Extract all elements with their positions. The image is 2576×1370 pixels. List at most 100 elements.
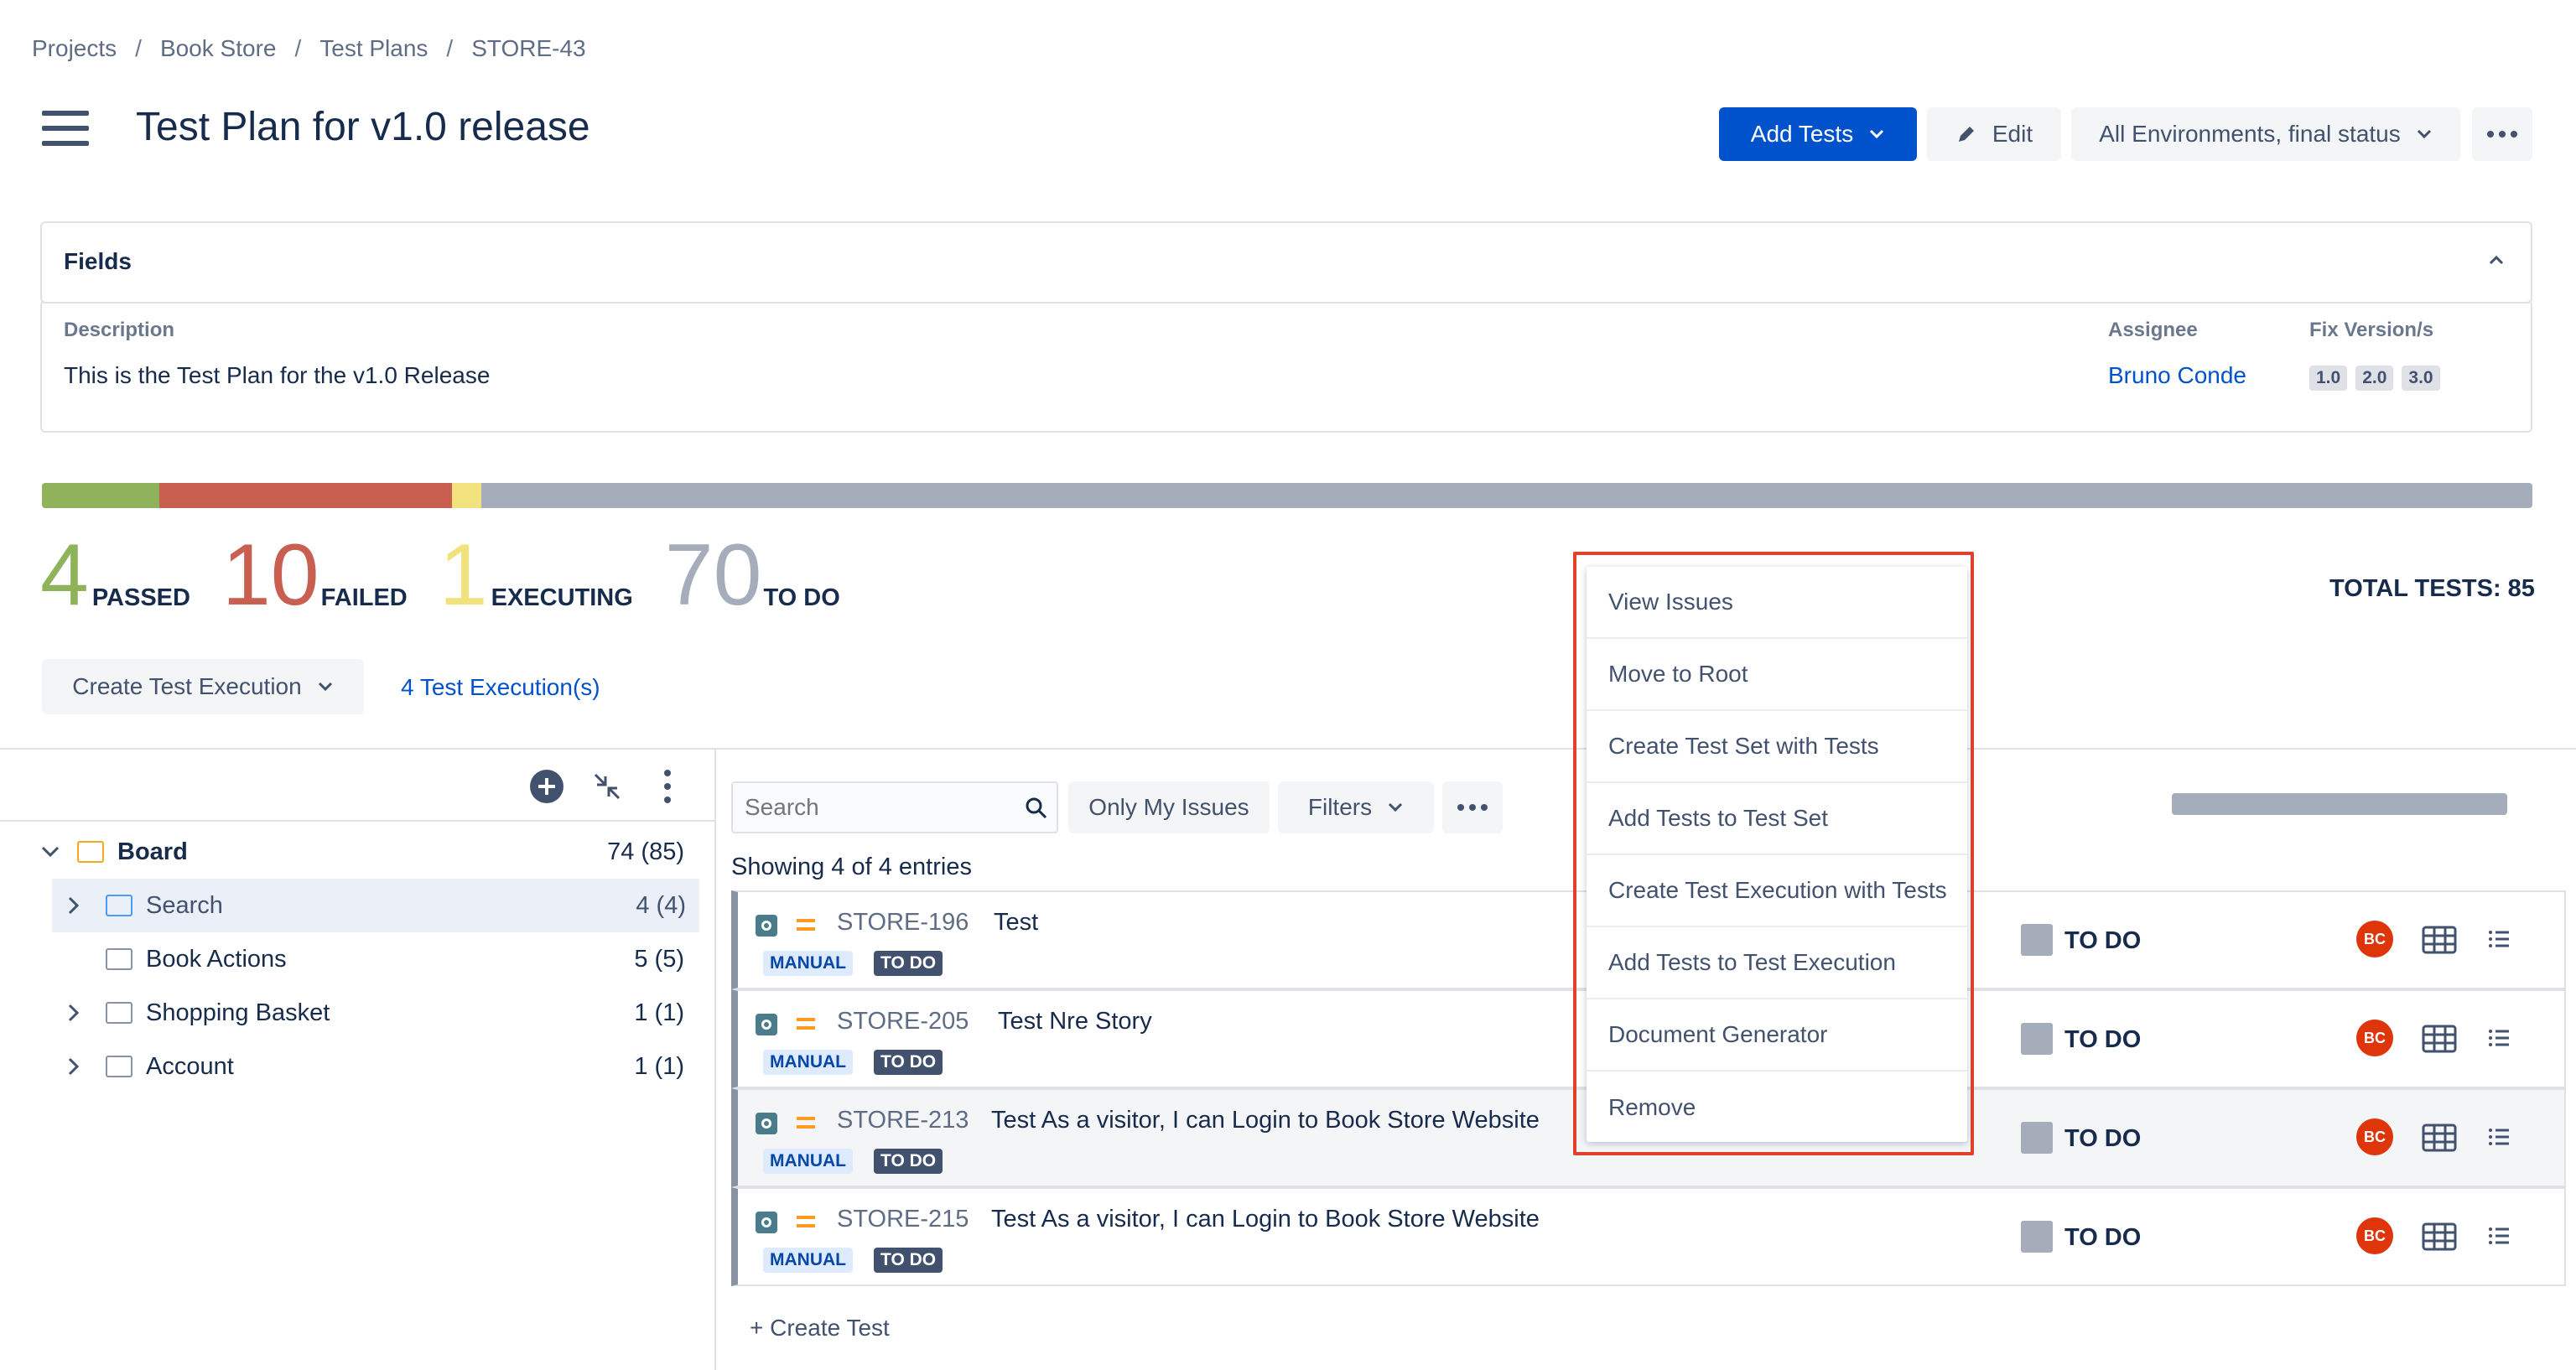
breadcrumb: Projects / Book Store / Test Plans / STORE-…: [32, 35, 586, 62]
collapse-all-icon[interactable]: [590, 770, 624, 803]
description-label: Description: [64, 319, 175, 341]
add-tests-button[interactable]: Add Tests: [1719, 107, 1917, 161]
menu-item-create-test-set[interactable]: Create Test Set with Tests: [1587, 711, 1967, 783]
issue-summary-link[interactable]: Test As a visitor, I can Login to Book S…: [991, 1206, 1540, 1233]
executing-label: EXECUTING: [491, 584, 633, 611]
avatar[interactable]: BC: [2356, 1118, 2393, 1155]
search-input[interactable]: [733, 783, 1018, 832]
pencil-icon: [1958, 127, 1974, 142]
chevron-down-icon: [318, 682, 332, 692]
menu-item-move-to-root[interactable]: Move to Root: [1587, 639, 1967, 711]
breadcrumb-book-store[interactable]: Book Store: [160, 35, 277, 62]
chevron-down-icon: [1870, 129, 1884, 139]
test-type-badge: MANUAL: [763, 1149, 853, 1174]
run-status-color: [2021, 1023, 2053, 1055]
breadcrumb-test-plans[interactable]: Test Plans: [319, 35, 428, 62]
more-actions-button[interactable]: [1442, 781, 1503, 833]
environment-select-value: All Environments, final status: [2099, 121, 2401, 147]
tree-item-shopping-basket[interactable]: Shopping Basket 1 (1): [0, 986, 703, 1040]
more-horizontal-icon: [1457, 804, 1488, 811]
priority-medium-icon: [797, 1018, 815, 1030]
more-actions-button[interactable]: [2472, 107, 2532, 161]
menu-item-remove[interactable]: Remove: [1587, 1072, 1967, 1144]
avatar[interactable]: BC: [2356, 1020, 2393, 1056]
filters-button[interactable]: Filters: [1278, 781, 1434, 833]
issue-key-link[interactable]: STORE-213: [837, 1107, 969, 1134]
tree-item-account[interactable]: Account 1 (1): [0, 1040, 703, 1093]
fields-header[interactable]: Fields: [40, 221, 2532, 304]
issue-status-badge: TO DO: [874, 1050, 943, 1075]
create-test-execution-button[interactable]: Create Test Execution: [42, 659, 364, 714]
issue-key-link[interactable]: STORE-205: [837, 1008, 969, 1035]
add-folder-icon[interactable]: [528, 768, 565, 805]
search-box[interactable]: [731, 781, 1058, 833]
hamburger-menu-icon[interactable]: [42, 111, 89, 148]
assignee-label: Assignee: [2108, 319, 2198, 341]
menu-item-create-test-execution[interactable]: Create Test Execution with Tests: [1587, 855, 1967, 927]
table-grid-icon[interactable]: [2422, 1222, 2457, 1251]
progress-failed-segment: [158, 483, 453, 508]
create-test-link[interactable]: + Create Test: [750, 1315, 890, 1341]
issue-key-link[interactable]: STORE-196: [837, 909, 969, 937]
table-row[interactable]: STORE-215 Test As a visitor, I can Login…: [731, 1187, 2566, 1286]
tree-item-count: 4 (4): [636, 891, 686, 919]
run-status-label: TO DO: [2064, 927, 2142, 954]
avatar[interactable]: BC: [2356, 1217, 2393, 1254]
chevron-right-icon[interactable]: [67, 1056, 80, 1077]
issue-summary-link[interactable]: Test Nre Story: [998, 1008, 1152, 1035]
test-type-badge: MANUAL: [763, 951, 853, 976]
avatar[interactable]: BC: [2356, 921, 2393, 957]
ordered-list-icon[interactable]: [2487, 1026, 2511, 1050]
assignee-link[interactable]: Bruno Conde: [2108, 362, 2246, 389]
tree-item-label: Book Actions: [146, 945, 287, 973]
more-vertical-icon[interactable]: [659, 768, 676, 805]
tree-item-book-actions[interactable]: Book Actions 5 (5): [0, 932, 703, 986]
more-horizontal-icon: [2487, 131, 2517, 138]
issue-summary-link[interactable]: Test As a visitor, I can Login to Book S…: [991, 1107, 1540, 1134]
breadcrumb-issue-key[interactable]: STORE-43: [471, 35, 585, 62]
tree-item-search[interactable]: Search 4 (4): [52, 879, 699, 932]
test-status-progress-bar: [42, 483, 2532, 508]
environment-select[interactable]: All Environments, final status: [2071, 107, 2460, 161]
folder-icon: [106, 1056, 132, 1077]
pane-divider[interactable]: [714, 748, 716, 1370]
section-divider: [0, 748, 2576, 750]
issue-status-badge: TO DO: [874, 1149, 943, 1174]
fields-heading: Fields: [64, 248, 132, 274]
chevron-down-icon: [2417, 129, 2431, 139]
table-grid-icon[interactable]: [2422, 926, 2457, 954]
context-menu-highlight: View Issues Move to Root Create Test Set w…: [1573, 552, 1974, 1155]
ordered-list-icon[interactable]: [2487, 1224, 2511, 1248]
create-test-execution-label: Create Test Execution: [72, 673, 302, 699]
chevron-right-icon[interactable]: [67, 1003, 80, 1023]
tree-root-board[interactable]: Board 74 (85): [0, 825, 703, 879]
ordered-list-icon[interactable]: [2487, 927, 2511, 951]
menu-item-add-to-test-execution[interactable]: Add Tests to Test Execution: [1587, 927, 1967, 999]
table-grid-icon[interactable]: [2422, 1124, 2457, 1152]
executing-count: 1: [439, 527, 488, 624]
chevron-down-icon[interactable]: [40, 845, 60, 859]
tree-item-count: 1 (1): [634, 999, 684, 1026]
menu-item-document-generator[interactable]: Document Generator: [1587, 999, 1967, 1072]
failed-count: 10: [221, 527, 319, 624]
chevron-right-icon[interactable]: [67, 895, 80, 916]
only-my-issues-button[interactable]: Only My Issues: [1068, 781, 1270, 833]
test-executions-link[interactable]: 4 Test Execution(s): [401, 674, 600, 701]
issue-summary-link[interactable]: Test: [994, 909, 1038, 937]
tree-item-label: Shopping Basket: [146, 999, 330, 1026]
tree-item-count: 74 (85): [607, 838, 684, 865]
progress-executing-segment: [452, 483, 482, 508]
ordered-list-icon[interactable]: [2487, 1125, 2511, 1149]
table-grid-icon[interactable]: [2422, 1025, 2457, 1053]
only-my-issues-label: Only My Issues: [1088, 794, 1249, 820]
version-badge: 1.0: [2309, 366, 2348, 391]
issue-key-link[interactable]: STORE-215: [837, 1206, 969, 1233]
test-type-badge: MANUAL: [763, 1248, 853, 1273]
menu-item-view-issues[interactable]: View Issues: [1587, 567, 1967, 639]
chevron-down-icon: [1389, 802, 1403, 812]
breadcrumb-projects[interactable]: Projects: [32, 35, 117, 62]
search-icon[interactable]: [1025, 797, 1048, 820]
edit-button[interactable]: Edit: [1927, 107, 2061, 161]
menu-item-add-to-test-set[interactable]: Add Tests to Test Set: [1587, 783, 1967, 855]
folder-open-icon: [77, 841, 104, 863]
